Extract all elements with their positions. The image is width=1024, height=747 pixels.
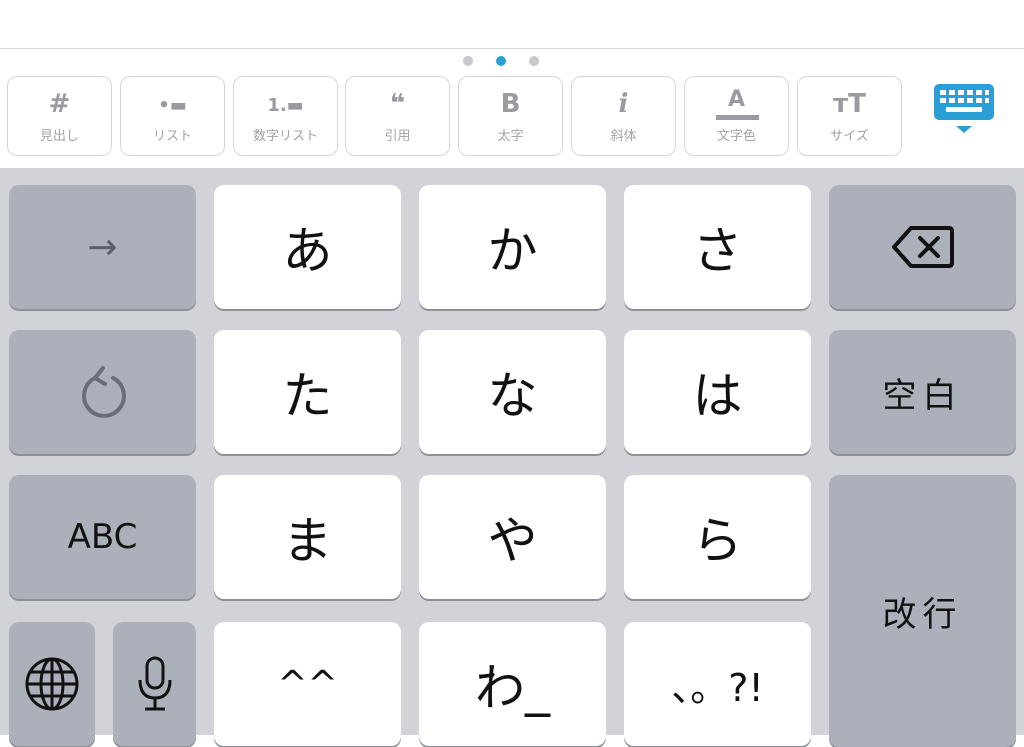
bullet-list-label: リスト	[152, 129, 192, 144]
text-color-underline	[716, 115, 759, 120]
abc-key[interactable]: ABC	[9, 475, 196, 599]
bold-label: 太字	[497, 129, 524, 144]
text-size-icon: тT	[833, 89, 866, 119]
text-color-icon: A	[727, 87, 746, 112]
italic-button[interactable]: i 斜体	[571, 76, 676, 156]
keyboard-hide-button[interactable]	[928, 82, 1000, 138]
globe-icon	[25, 657, 79, 711]
heading-icon: #	[48, 89, 71, 119]
key-ra[interactable]: ら	[624, 475, 811, 599]
japanese-kana-keyboard: → あ か さ た な は 空白 ABC ま や ら 改行 ^^ わ_ 、。?!	[0, 168, 1024, 747]
numbered-list-label: 数字リスト	[252, 129, 318, 144]
quote-label: 引用	[384, 129, 411, 144]
page-dot	[529, 56, 539, 66]
key-ta[interactable]: た	[214, 330, 401, 454]
space-key[interactable]: 空白	[829, 330, 1016, 454]
key-na[interactable]: な	[419, 330, 606, 454]
return-key[interactable]: 改行	[829, 475, 1016, 747]
text-editor-area[interactable]	[0, 0, 1024, 49]
keyboard-hide-icon	[934, 84, 994, 133]
key-a[interactable]: あ	[214, 185, 401, 309]
quote-icon: ❝	[389, 89, 406, 119]
bold-button[interactable]: B 太字	[458, 76, 563, 156]
key-punctuation[interactable]: 、。?!	[624, 622, 811, 746]
microphone-key[interactable]	[113, 622, 196, 746]
key-sa[interactable]: さ	[624, 185, 811, 309]
quote-button[interactable]: ❝ 引用	[345, 76, 450, 156]
key-kaomoji[interactable]: ^^	[214, 622, 401, 746]
heading-button[interactable]: # 見出し	[7, 76, 112, 156]
key-ha[interactable]: は	[624, 330, 811, 454]
bullet-list-icon: •▬	[158, 95, 187, 116]
undo-key[interactable]	[9, 330, 196, 454]
text-size-button[interactable]: тT サイズ	[797, 76, 902, 156]
key-ma[interactable]: ま	[214, 475, 401, 599]
bold-icon: B	[500, 89, 521, 119]
key-ya[interactable]: や	[419, 475, 606, 599]
globe-key[interactable]	[9, 622, 95, 746]
text-color-button[interactable]: A 文字色	[684, 76, 789, 156]
key-ka[interactable]: か	[419, 185, 606, 309]
bullet-list-button[interactable]: •▬ リスト	[120, 76, 225, 156]
microphone-icon	[138, 656, 171, 711]
numbered-list-icon: 1.▬	[267, 95, 304, 116]
arrow-right-key[interactable]: →	[9, 185, 196, 309]
key-wa[interactable]: わ_	[419, 622, 606, 746]
text-size-label: サイズ	[830, 129, 869, 144]
backspace-key[interactable]	[829, 185, 1016, 309]
page-indicator	[0, 56, 1024, 66]
text-color-label: 文字色	[716, 129, 756, 144]
italic-icon: i	[618, 89, 629, 119]
italic-label: 斜体	[610, 129, 637, 144]
arrow-right-icon: →	[87, 226, 118, 268]
page-dot	[463, 56, 473, 66]
numbered-list-button[interactable]: 1.▬ 数字リスト	[233, 76, 338, 156]
page-dot-active	[496, 56, 506, 66]
backspace-icon	[891, 226, 954, 268]
heading-label: 見出し	[39, 129, 79, 144]
undo-icon	[81, 366, 126, 418]
format-toolbar: # 見出し •▬ リスト 1.▬ 数字リスト ❝ 引用 B 太字 i 斜体 A …	[0, 74, 1024, 160]
